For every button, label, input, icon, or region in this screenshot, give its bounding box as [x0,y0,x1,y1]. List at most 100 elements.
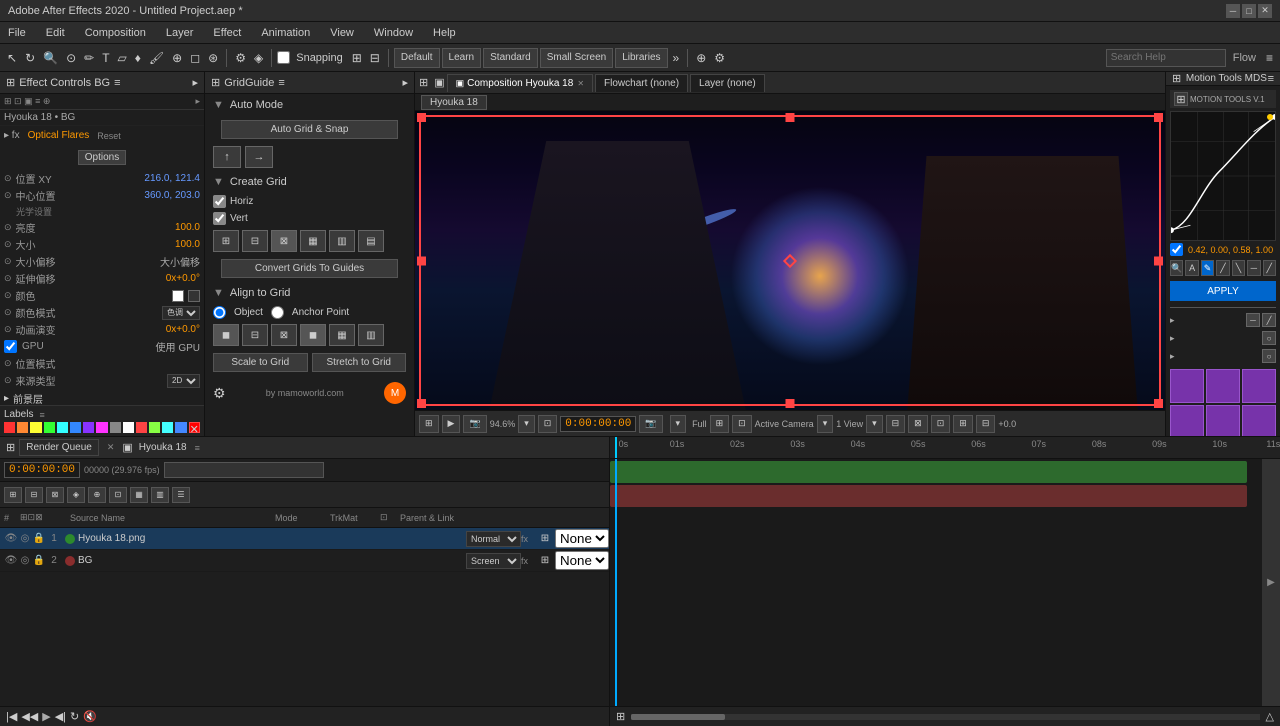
comp-viewer[interactable] [415,111,1165,410]
label-gray[interactable] [110,422,121,433]
menu-layer[interactable]: Layer [162,27,198,39]
align-icon-5[interactable]: ▦ [329,324,355,346]
grid-pattern-3[interactable]: ⊠ [271,230,297,252]
convert-grids-btn[interactable]: Convert Grids To Guides [221,259,398,278]
tool-shape[interactable]: ▱ [115,51,130,65]
purple-cell-3[interactable] [1242,369,1276,403]
tl-btn-5[interactable]: ⊕ [88,487,106,503]
viewer-btn3[interactable]: ⊟ [886,415,906,433]
tl-play-icon[interactable]: ▶ [42,710,50,723]
tl-btn-6[interactable]: ⊡ [109,487,127,503]
tl-bar-layer1[interactable] [610,461,1247,483]
default-btn[interactable]: Default [394,48,440,68]
comp-render-btn[interactable]: ▶ [442,415,461,433]
layer2-mode-select[interactable]: Screen [466,553,521,569]
comp-snapshot-btn[interactable]: 📷 [463,415,486,433]
menu-window[interactable]: Window [370,27,417,39]
tool-brush[interactable]: 🖌 [146,51,167,65]
tool-text[interactable]: T [99,51,112,65]
tl-ruler[interactable]: 0s 01s 02s 03s 04s 05s 06s 07s 08s 09s 1… [610,437,1280,459]
auto-grid-snap-btn[interactable]: Auto Grid & Snap [221,120,398,139]
tab-layer[interactable]: Layer (none) [690,74,765,92]
label-red[interactable] [4,422,15,433]
arrow-up-icon[interactable]: ↑ [213,146,241,168]
label-blue[interactable] [70,422,81,433]
purple-cell-6[interactable] [1242,405,1276,436]
tl-mute-icon[interactable]: 🔇 [83,710,97,723]
tool-search[interactable]: 🔍 [40,51,61,65]
camera-select[interactable]: ▾ [817,415,834,433]
snapping-icon[interactable]: ⊞ [349,51,365,65]
layer1-color[interactable] [65,534,75,544]
line-icon-2[interactable]: ╲ [1232,260,1245,276]
layer2-solo[interactable]: ◎ [18,555,32,566]
layer1-icon1[interactable]: ⊞ [541,533,549,544]
tl-btn-3[interactable]: ⊠ [46,487,64,503]
mt-expand-1[interactable]: ▸ [1170,315,1175,326]
expand-icon[interactable]: » [670,51,683,65]
fx-reset[interactable]: Reset [97,131,121,141]
label-white[interactable] [123,422,134,433]
grid-settings-icon[interactable]: ⚙ [213,385,226,402]
layer1-solo[interactable]: ◎ [18,533,32,544]
grid-pattern-2[interactable]: ⊟ [242,230,268,252]
layer2-icon1[interactable]: ⊞ [541,555,549,566]
layer2-lock[interactable]: 🔒 [32,555,46,566]
options-btn[interactable]: Options [78,150,126,165]
mamoworld-logo[interactable]: M [384,382,406,404]
label-yellow[interactable] [30,422,41,433]
maximize-button[interactable]: □ [1242,4,1256,18]
tl-prev-icon[interactable]: ◀◀ [21,710,38,723]
menu-file[interactable]: File [4,27,30,39]
mt-expand-3[interactable]: ▸ [1170,351,1175,362]
align-icon-3[interactable]: ⊠ [271,324,297,346]
gear-icon-toolbar[interactable]: ⚙ [711,51,728,65]
tl-btn-4[interactable]: ◈ [67,487,85,503]
create-grid-section[interactable]: ▼ Create Grid [205,171,414,193]
scale-to-grid-btn[interactable]: Scale to Grid [213,353,308,372]
align-icon-2[interactable]: ⊟ [242,324,268,346]
label-lime[interactable] [149,422,160,433]
search-icon-btn[interactable]: 🔍 [1170,260,1183,276]
mt-icon1[interactable]: ⊞ [1174,92,1188,106]
tl-search-input[interactable] [164,462,324,478]
purple-cell-5[interactable] [1206,405,1240,436]
tab-composition-hyouka18[interactable]: ▣ Composition Hyouka 18 ✕ [447,74,593,92]
menu-view[interactable]: View [326,27,358,39]
snapping-checkbox[interactable] [277,51,290,64]
tool-orbit[interactable]: ⊙ [63,51,79,65]
menu-effect[interactable]: Effect [209,27,245,39]
layer2-parent-select[interactable]: None [555,551,609,570]
gpu-checkbox[interactable] [4,340,17,353]
tool-clone[interactable]: ⊕ [169,51,185,65]
time-warp-btn[interactable]: ⊡ [538,415,558,433]
learn-btn[interactable]: Learn [442,48,482,68]
mt-icon-d[interactable]: ○ [1262,349,1276,363]
tl-btn-8[interactable]: ▥ [151,487,169,503]
label-cyan[interactable] [57,422,68,433]
layer-row-2[interactable]: 👁 ◎ 🔒 2 BG Screen fx ⊞ [0,550,609,572]
text-icon-btn[interactable]: A [1185,260,1198,276]
menu-help[interactable]: Help [429,27,460,39]
layer1-eye[interactable]: 👁 [4,533,18,544]
render-queue-tab[interactable]: Render Queue [19,439,99,456]
align-icon-6[interactable]: ▥ [358,324,384,346]
menu-edit[interactable]: Edit [42,27,69,39]
tool-extra2[interactable]: ◈ [251,51,266,65]
tool-pen[interactable]: ✏ [81,51,97,65]
tl-btn-2[interactable]: ⊟ [25,487,43,503]
tl-scrollbar-thumb[interactable] [631,714,725,720]
viewer-btn4[interactable]: ⊠ [908,415,928,433]
tl-btn-7[interactable]: ▦ [130,487,148,503]
val-checkbox[interactable] [1170,243,1183,256]
foreground-section[interactable]: ▸ 前景层 [0,389,204,405]
mt-expand-2[interactable]: ▸ [1170,333,1175,344]
viewer-btn2[interactable]: ⊡ [732,415,752,433]
tool-extra1[interactable]: ⚙ [232,51,249,65]
label-aqua[interactable] [162,422,173,433]
layer-row-1[interactable]: 👁 ◎ 🔒 1 Hyouka 18.png Normal fx ⊞ [0,528,609,550]
tl-menu[interactable]: ≡ [195,443,200,453]
layer1-mode-select[interactable]: Normal [466,531,521,547]
grid-pattern-4[interactable]: ▦ [300,230,326,252]
label-orange[interactable] [17,422,28,433]
